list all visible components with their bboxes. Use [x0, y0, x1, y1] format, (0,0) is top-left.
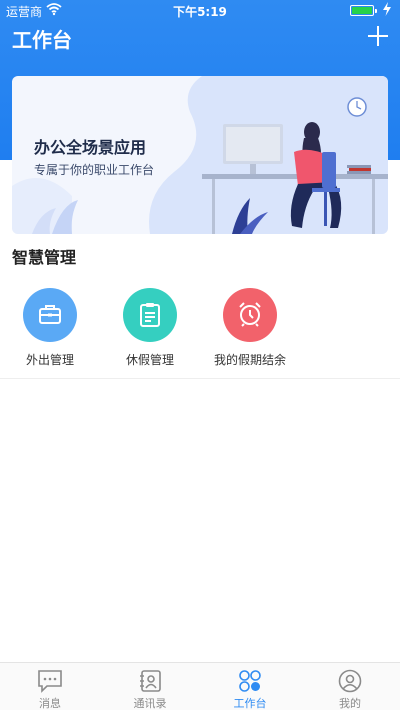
app-grid: 外出管理 休假管理 我的假期结余 [0, 288, 400, 378]
message-icon [38, 670, 62, 693]
tab-messages[interactable]: 消息 [10, 663, 90, 710]
contacts-icon [140, 670, 161, 692]
battery-icon [350, 5, 377, 16]
briefcase-icon [23, 288, 77, 342]
promo-banner[interactable]: 办公全场景应用 专属于你的职业工作台 [12, 76, 388, 234]
clipboard-icon [123, 288, 177, 342]
app-label: 休假管理 [125, 353, 174, 367]
profile-icon [338, 669, 362, 693]
tab-profile[interactable]: 我的 [310, 663, 390, 710]
page-title: 工作台 [12, 28, 72, 52]
app-my-leave-balance[interactable]: 我的假期结余 [210, 288, 290, 368]
section-title: 智慧管理 [12, 248, 77, 267]
app-leave-management[interactable]: 休假管理 [110, 288, 190, 368]
app-label: 我的假期结余 [213, 353, 286, 367]
add-icon[interactable] [366, 24, 390, 48]
tab-label: 我的 [339, 697, 361, 710]
tab-label: 工作台 [233, 697, 267, 710]
divider [0, 378, 400, 379]
tab-label: 消息 [39, 697, 61, 710]
banner-subtitle: 专属于你的职业工作台 [34, 163, 155, 177]
app-label: 外出管理 [25, 353, 74, 367]
app-header: 工作台 [0, 20, 400, 56]
tab-bar: 消息 通讯录 工作台 我的 [0, 662, 400, 710]
alarm-clock-icon [223, 288, 277, 342]
status-bar: 运营商 下午5:19 [0, 0, 400, 20]
tab-contacts[interactable]: 通讯录 [110, 663, 190, 710]
workbench-icon [239, 670, 261, 692]
banner-title: 办公全场景应用 [34, 138, 147, 157]
tab-label: 通讯录 [133, 697, 167, 710]
tab-workbench[interactable]: 工作台 [210, 663, 290, 710]
charging-icon [383, 2, 391, 16]
app-outing-management[interactable]: 外出管理 [10, 288, 90, 368]
clock: 下午5:19 [173, 5, 227, 19]
